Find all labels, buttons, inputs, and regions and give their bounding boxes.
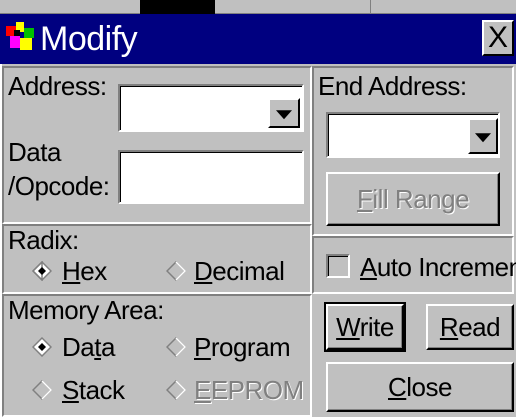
background-window-divider — [370, 0, 371, 14]
close-button[interactable]: Close — [326, 362, 514, 412]
radio-unselected-icon — [32, 380, 52, 400]
radio-selected-icon — [32, 337, 52, 357]
eeprom-radio[interactable] — [166, 380, 186, 400]
data-opcode-label-line1: Data — [8, 137, 61, 167]
radix-label: Radix: — [8, 225, 79, 255]
program-radio-label[interactable]: Program — [194, 333, 291, 361]
fill-range-button[interactable]: Fill Range — [326, 172, 500, 226]
program-radio[interactable] — [166, 337, 186, 357]
read-button[interactable]: Read — [426, 304, 514, 350]
end-address-label: End Address: — [318, 71, 467, 101]
address-dropdown-button[interactable] — [268, 98, 300, 128]
decimal-radio[interactable] — [166, 261, 186, 281]
data-radio[interactable] — [32, 337, 52, 357]
modify-app-icon — [4, 20, 38, 56]
radio-disabled-icon — [166, 380, 186, 400]
background-window-strip — [0, 0, 516, 14]
radio-unselected-icon — [166, 261, 186, 281]
hex-radio[interactable] — [32, 261, 52, 281]
close-window-button[interactable]: X — [482, 20, 514, 56]
data-opcode-input[interactable] — [118, 150, 304, 204]
hex-radio-label[interactable]: Hex — [62, 257, 107, 285]
address-label: Address: — [8, 71, 107, 101]
memory-area-label: Memory Area: — [8, 295, 164, 325]
chevron-down-icon — [276, 110, 292, 120]
chevron-down-icon — [475, 133, 491, 143]
end-address-dropdown-button[interactable] — [468, 118, 498, 154]
background-window-block — [140, 0, 215, 14]
radio-unselected-icon — [166, 337, 186, 357]
window-title: Modify — [40, 20, 138, 58]
data-opcode-label-line2: /Opcode: — [8, 171, 110, 201]
data-radio-label[interactable]: Data — [62, 333, 115, 361]
auto-increment-label[interactable]: Auto Increment — [360, 253, 516, 281]
auto-increment-checkbox[interactable] — [326, 254, 350, 278]
write-button[interactable]: Write — [324, 302, 406, 352]
decimal-radio-label[interactable]: Decimal — [194, 257, 285, 285]
eeprom-radio-label[interactable]: EEPROM — [194, 376, 304, 404]
stack-radio-label[interactable]: Stack — [62, 376, 125, 404]
stack-radio[interactable] — [32, 380, 52, 400]
radio-selected-icon — [32, 261, 52, 281]
